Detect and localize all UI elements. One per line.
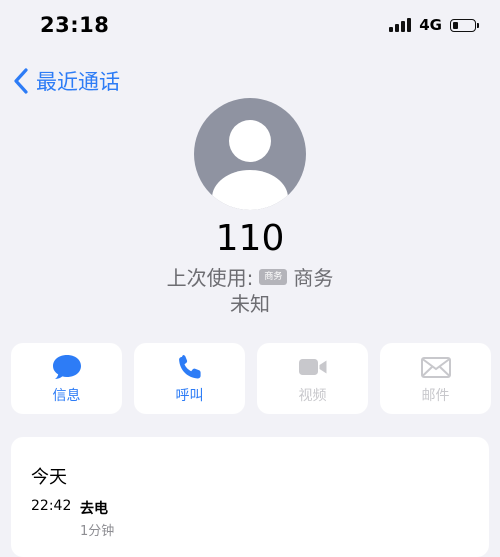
person-icon bbox=[212, 120, 288, 210]
battery-icon bbox=[450, 18, 479, 32]
phone-icon bbox=[178, 354, 201, 379]
action-buttons: 信息 呼叫 视频 邮件 bbox=[11, 343, 491, 414]
message-button[interactable]: 信息 bbox=[11, 343, 122, 414]
avatar bbox=[194, 98, 306, 210]
last-used-label: 上次使用: bbox=[166, 266, 254, 290]
status-time: 23:18 bbox=[40, 13, 110, 37]
back-button[interactable]: 最近通话 bbox=[12, 66, 120, 96]
history-entry-time: 22:42 bbox=[31, 498, 72, 514]
mail-icon bbox=[420, 356, 451, 378]
last-used-row: 上次使用: 商务 商务 bbox=[0, 262, 500, 291]
location-label: 未知 bbox=[230, 292, 270, 316]
video-label: 视频 bbox=[298, 387, 327, 404]
call-button[interactable]: 呼叫 bbox=[134, 343, 245, 414]
history-entry-duration: 1分钟 bbox=[80, 524, 115, 539]
chevron-left-icon bbox=[14, 68, 28, 94]
call-history-card: 今天 22:42 去电 1分钟 bbox=[11, 437, 489, 557]
status-bar: 23:18 4G bbox=[0, 0, 500, 52]
video-button[interactable]: 视频 bbox=[257, 343, 368, 414]
status-indicators: 4G bbox=[389, 16, 479, 34]
phone-number: 110 bbox=[215, 218, 285, 259]
history-date-title: 今天 bbox=[31, 467, 67, 488]
message-label: 信息 bbox=[52, 387, 81, 404]
network-type: 4G bbox=[419, 16, 442, 34]
message-icon bbox=[52, 354, 81, 379]
signal-icon bbox=[389, 18, 412, 32]
history-entry-type: 去电 bbox=[80, 501, 108, 517]
line-tag-badge: 商务 bbox=[259, 268, 288, 285]
mail-button[interactable]: 邮件 bbox=[380, 343, 491, 414]
call-label: 呼叫 bbox=[175, 387, 204, 404]
last-used-value: 商务 bbox=[293, 266, 334, 290]
video-icon bbox=[298, 358, 326, 375]
mail-label: 邮件 bbox=[421, 387, 450, 404]
back-label: 最近通话 bbox=[36, 70, 120, 94]
